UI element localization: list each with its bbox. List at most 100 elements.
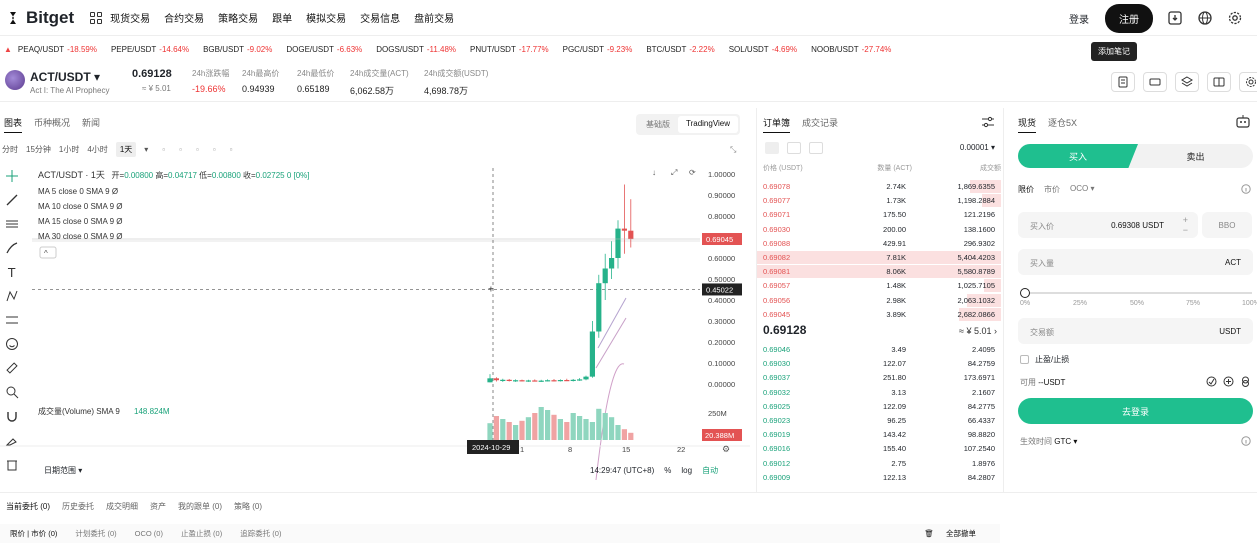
ticker-item[interactable]: PNUT/USDT -17.77% <box>470 45 549 54</box>
bottom-subtab-3[interactable]: 止盈止损 (0) <box>181 528 222 539</box>
info-icon[interactable] <box>1241 184 1251 194</box>
ticker-item[interactable]: BTC/USDT -2.22% <box>646 45 714 54</box>
amount-slider[interactable] <box>1020 288 1252 298</box>
bid-row[interactable]: 0.69037 251.80 173.6971 <box>757 371 1001 385</box>
tpsl-checkbox[interactable]: 止盈/止损 <box>1020 354 1069 365</box>
bid-row[interactable]: 0.69009 122.13 84.2807 <box>757 471 1001 485</box>
order-type-0[interactable]: 限价 <box>1018 184 1034 195</box>
candlestick-chart[interactable]: 1.000000.900000.800000.700000.600000.500… <box>0 108 750 493</box>
ticker-item[interactable]: SOL/USDT -4.69% <box>729 45 797 54</box>
slider-mark[interactable]: 75% <box>1186 300 1200 307</box>
view-both-icon[interactable] <box>765 142 779 154</box>
chart-settings-icon[interactable]: ⚙ <box>722 444 730 454</box>
slider-mark[interactable]: 0% <box>1020 300 1030 307</box>
pair-selector[interactable]: ACT/USDT ▾ <box>30 70 100 84</box>
orderbook-tab-0[interactable]: 订单簿 <box>763 116 791 133</box>
fullscreen-icon[interactable]: ⤢ <box>670 168 677 177</box>
robot-icon[interactable] <box>1235 114 1251 128</box>
nav-item-0[interactable]: 现货交易 <box>110 10 150 25</box>
price-stepper[interactable]: + − <box>1183 215 1188 235</box>
bottom-tab-4[interactable]: 我的跟单 (0) <box>178 501 222 516</box>
ask-row[interactable]: 0.69081 8.06K 5,580.8789 <box>757 265 1001 279</box>
book-icon[interactable] <box>1207 72 1231 92</box>
bottom-tab-2[interactable]: 成交明细 <box>106 501 138 516</box>
nav-item-1[interactable]: 合约交易 <box>164 10 204 25</box>
bid-row[interactable]: 0.69025 122.09 84.2775 <box>757 400 1001 414</box>
ticker-item[interactable]: PGC/USDT -9.23% <box>563 45 633 54</box>
coins-icon[interactable] <box>1240 376 1251 387</box>
ask-row[interactable]: 0.69057 1.48K 1,025.7105 <box>757 279 1001 293</box>
trade-tab-1[interactable]: 逐仓5X <box>1048 116 1077 133</box>
bottom-subtab-4[interactable]: 追踪委托 (0) <box>240 528 281 539</box>
slider-knob[interactable] <box>1020 288 1030 298</box>
orderbook-tab-1[interactable]: 成交记录 <box>802 116 838 133</box>
ticker-item[interactable]: DOGS/USDT -11.48% <box>376 45 456 54</box>
ticket-icon[interactable] <box>1143 72 1167 92</box>
download-icon[interactable] <box>1167 10 1183 26</box>
bid-row[interactable]: 0.69030 122.07 84.2759 <box>757 357 1001 371</box>
ticker-item[interactable]: BGB/USDT -9.02% <box>203 45 272 54</box>
nav-item-3[interactable]: 跟单 <box>272 10 292 25</box>
collapse-legend-button[interactable] <box>39 246 57 259</box>
bottom-tab-0[interactable]: 当前委托 (0) <box>6 501 50 516</box>
cancel-all-button[interactable]: 🗑 全部撤单 <box>924 528 984 539</box>
percent-scale-toggle[interactable]: % <box>664 466 671 475</box>
bottom-subtab-0[interactable]: 限价 | 市价 (0) <box>10 528 57 539</box>
refresh-icon[interactable]: ⟳ <box>689 168 696 177</box>
ask-row[interactable]: 0.69030 200.00 138.1600 <box>757 223 1001 237</box>
ticker-item[interactable]: NOOB/USDT -27.74% <box>811 45 891 54</box>
login-link[interactable]: 登录 <box>1069 11 1089 26</box>
layers-icon[interactable] <box>1175 72 1199 92</box>
bbo-button[interactable]: BBO <box>1202 212 1252 238</box>
bid-row[interactable]: 0.69032 3.13 2.1607 <box>757 386 1001 400</box>
auto-scale-toggle[interactable]: 自动 <box>702 465 718 476</box>
ask-row[interactable]: 0.69078 2.74K 1,869.6355 <box>757 180 1001 194</box>
go-login-button[interactable]: 去登录 <box>1018 398 1253 424</box>
ticker-item[interactable]: PEPE/USDT -14.64% <box>111 45 189 54</box>
ask-row[interactable]: 0.69077 1.73K 1,198.2884 <box>757 194 1001 208</box>
ticker-item[interactable]: PEAQ/USDT -18.59% <box>18 45 97 54</box>
nav-item-4[interactable]: 模拟交易 <box>306 10 346 25</box>
bid-row[interactable]: 0.69023 96.25 66.4337 <box>757 414 1001 428</box>
bottom-tab-3[interactable]: 资产 <box>150 501 166 516</box>
note-icon[interactable] <box>1111 72 1135 92</box>
register-button[interactable]: 注册 <box>1105 3 1153 33</box>
orderbook-settings-icon[interactable] <box>981 116 995 128</box>
slider-mark[interactable]: 100% <box>1242 300 1257 307</box>
bid-row[interactable]: 0.69046 3.49 2.4095 <box>757 343 1001 357</box>
trade-tab-0[interactable]: 现货 <box>1018 116 1037 133</box>
ask-row[interactable]: 0.69088 429.91 296.9302 <box>757 237 1001 251</box>
amount-field[interactable]: 买入量 ACT <box>1018 249 1253 275</box>
view-bids-icon[interactable] <box>787 142 801 154</box>
bottom-tab-1[interactable]: 历史委托 <box>62 501 94 516</box>
tif-info-icon[interactable] <box>1241 436 1251 446</box>
slider-mark[interactable]: 25% <box>1073 300 1087 307</box>
order-type-2[interactable]: OCO ▾ <box>1070 184 1094 195</box>
bottom-subtab-2[interactable]: OCO (0) <box>135 529 163 538</box>
expand-chart-icon[interactable]: ⤡ <box>730 145 737 154</box>
date-range-selector[interactable]: 日期范围 ▾ <box>44 465 82 476</box>
precision-selector[interactable]: 0.00001 ▾ <box>960 143 995 152</box>
ticker-item[interactable]: DOGE/USDT -6.63% <box>286 45 362 54</box>
bid-row[interactable]: 0.69016 155.40 107.2540 <box>757 442 1001 456</box>
slider-mark[interactable]: 50% <box>1130 300 1144 307</box>
total-field[interactable]: 交易额 USDT <box>1018 318 1253 344</box>
brand-logo[interactable]: Bitget <box>6 8 74 28</box>
layout-settings-icon[interactable] <box>1239 72 1257 92</box>
sell-tab[interactable]: 卖出 <box>1138 144 1253 168</box>
apps-grid-icon[interactable] <box>90 11 103 24</box>
ask-row[interactable]: 0.69056 2.98K 2,063.1032 <box>757 293 1001 308</box>
transfer-icon[interactable] <box>1206 376 1217 387</box>
view-asks-icon[interactable] <box>809 142 823 154</box>
ask-row[interactable]: 0.69045 3.89K 2,682.0866 <box>757 307 1001 322</box>
bottom-subtab-1[interactable]: 计划委托 (0) <box>75 528 116 539</box>
globe-icon[interactable] <box>1197 10 1213 26</box>
order-type-1[interactable]: 市价 <box>1044 184 1060 195</box>
scroll-down-icon[interactable]: ↓ <box>652 168 656 177</box>
bid-row[interactable]: 0.69019 143.42 98.8820 <box>757 428 1001 442</box>
ask-row[interactable]: 0.69071 175.50 121.2196 <box>757 208 1001 222</box>
ask-row[interactable]: 0.69082 7.81K 5,404.4203 <box>757 251 1001 265</box>
bid-row[interactable]: 0.69012 2.75 1.8976 <box>757 457 1001 471</box>
deposit-icon[interactable] <box>1223 376 1234 387</box>
nav-item-6[interactable]: 盘前交易 <box>414 10 454 25</box>
